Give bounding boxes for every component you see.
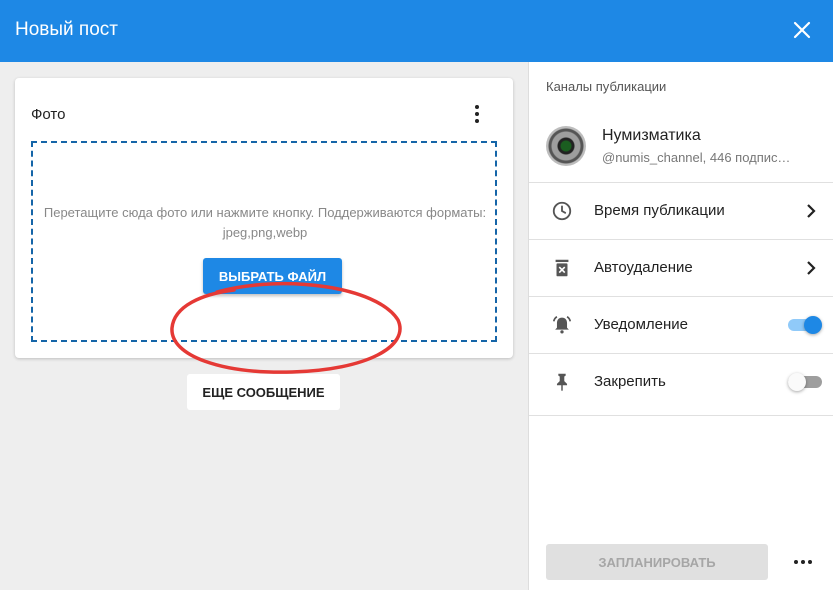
publish-sidebar: Каналы публикации Нумизматика @numis_cha… [528,62,833,590]
setting-label: Закрепить [594,373,666,390]
setting-notification[interactable]: Уведомление [529,296,833,353]
close-icon[interactable] [788,16,816,44]
setting-label: Уведомление [594,316,689,333]
file-dropzone[interactable]: Перетащите сюда фото или нажмите кнопку.… [31,141,497,342]
pin-icon [556,373,568,392]
setting-auto-delete[interactable]: Автоудаление [529,239,833,296]
dialog-title: Новый пост [15,19,118,40]
pin-toggle[interactable] [788,373,822,391]
bell-ring-icon [552,316,572,334]
more-vert-icon[interactable] [467,100,487,128]
setting-publish-time[interactable]: Время публикации [529,182,833,239]
setting-pin[interactable]: Закрепить [529,353,833,410]
more-horiz-icon[interactable] [791,550,815,574]
channel-avatar [546,126,586,166]
add-message-button[interactable]: ЕЩЕ СООБЩЕНИЕ [187,374,340,410]
dialog-header: Новый пост [0,0,833,62]
channels-title: Каналы публикации [546,79,667,94]
clock-icon [552,201,572,221]
chevron-right-icon [807,204,816,218]
divider [529,415,833,416]
channel-name: Нумизматика [602,127,701,144]
photo-card-title: Фото [31,106,66,123]
setting-label: Автоудаление [594,259,693,276]
setting-label: Время публикации [594,202,725,219]
photo-card: Фото Перетащите сюда фото или нажмите кн… [15,78,513,358]
dropzone-hint: Перетащите сюда фото или нажмите кнопку.… [43,205,487,240]
channel-subtitle: @numis_channel, 446 подписчиков [602,150,797,165]
channel-item[interactable]: Нумизматика @numis_channel, 446 подписчи… [529,112,833,182]
trash-timer-icon [555,259,569,277]
notification-toggle[interactable] [788,316,822,334]
chevron-right-icon [807,261,816,275]
editor-pane: Фото Перетащите сюда фото или нажмите кн… [0,62,528,590]
choose-file-button[interactable]: ВЫБРАТЬ ФАЙЛ [203,258,342,294]
schedule-button[interactable]: ЗАПЛАНИРОВАТЬ [546,544,768,580]
